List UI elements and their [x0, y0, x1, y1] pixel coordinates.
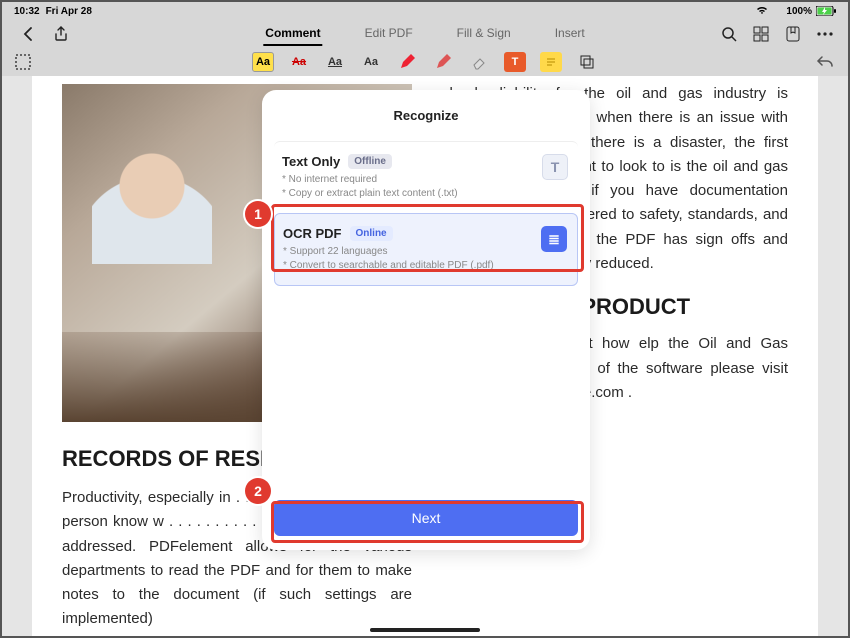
tab-comment[interactable]: Comment — [263, 22, 322, 46]
stamp-tool-icon[interactable] — [576, 52, 598, 72]
text-only-icon: T — [542, 154, 568, 180]
underline-tool[interactable]: Aa — [324, 52, 346, 72]
select-area-icon[interactable] — [14, 53, 32, 71]
moon-icon — [772, 5, 782, 18]
recognize-modal: Recognize Text Only Offline * No interne… — [262, 90, 590, 550]
option1-line1: * No internet required — [282, 173, 570, 187]
status-left: 10:32 Fri Apr 28 — [14, 6, 92, 17]
main-nav-bar: Comment Edit PDF Fill & Sign Insert — [2, 20, 848, 48]
tab-insert[interactable]: Insert — [553, 22, 587, 46]
annotation-box-2 — [271, 501, 584, 543]
comment-toolbar: Aa Aa Aa Aa T — [2, 48, 848, 76]
share-icon[interactable] — [52, 25, 70, 43]
mode-tabs: Comment Edit PDF Fill & Sign Insert — [263, 22, 586, 46]
tab-edit-pdf[interactable]: Edit PDF — [363, 22, 415, 46]
search-icon[interactable] — [720, 25, 738, 43]
more-icon[interactable] — [816, 25, 834, 43]
squiggly-tool[interactable]: Aa — [360, 52, 382, 72]
annotation-marker-2: 2 — [245, 478, 271, 504]
status-time: 10:32 — [14, 6, 40, 17]
textbox-tool[interactable]: T — [504, 52, 526, 72]
status-right: 100% — [756, 5, 836, 18]
annotation-box-1 — [271, 204, 584, 272]
status-date: Fri Apr 28 — [46, 6, 92, 17]
battery-icon — [816, 6, 836, 16]
battery-percent: 100% — [786, 6, 812, 17]
sticky-note-tool-icon[interactable] — [540, 52, 562, 72]
option-text-only[interactable]: Text Only Offline * No internet required… — [274, 141, 578, 213]
offline-badge: Offline — [348, 154, 392, 169]
annotation-marker-1: 1 — [245, 201, 271, 227]
status-bar: 10:32 Fri Apr 28 ••• 100% — [2, 2, 848, 20]
pen-tool-icon[interactable] — [396, 52, 418, 72]
option-text-only-title: Text Only — [282, 154, 340, 169]
eraser-tool-icon[interactable] — [468, 52, 490, 72]
back-icon[interactable] — [20, 25, 38, 43]
bookmark-icon[interactable] — [784, 25, 802, 43]
option1-line2: * Copy or extract plain text content (.t… — [282, 187, 570, 201]
highlight-tool[interactable]: Aa — [252, 52, 274, 72]
tab-fill-sign[interactable]: Fill & Sign — [455, 22, 513, 46]
wifi-icon — [756, 5, 768, 18]
undo-icon[interactable] — [816, 53, 834, 71]
home-indicator[interactable] — [370, 628, 480, 632]
thumbnails-icon[interactable] — [752, 25, 770, 43]
marker-tool-icon[interactable] — [432, 52, 454, 72]
strikethrough-tool[interactable]: Aa — [288, 52, 310, 72]
modal-title: Recognize — [262, 90, 590, 141]
